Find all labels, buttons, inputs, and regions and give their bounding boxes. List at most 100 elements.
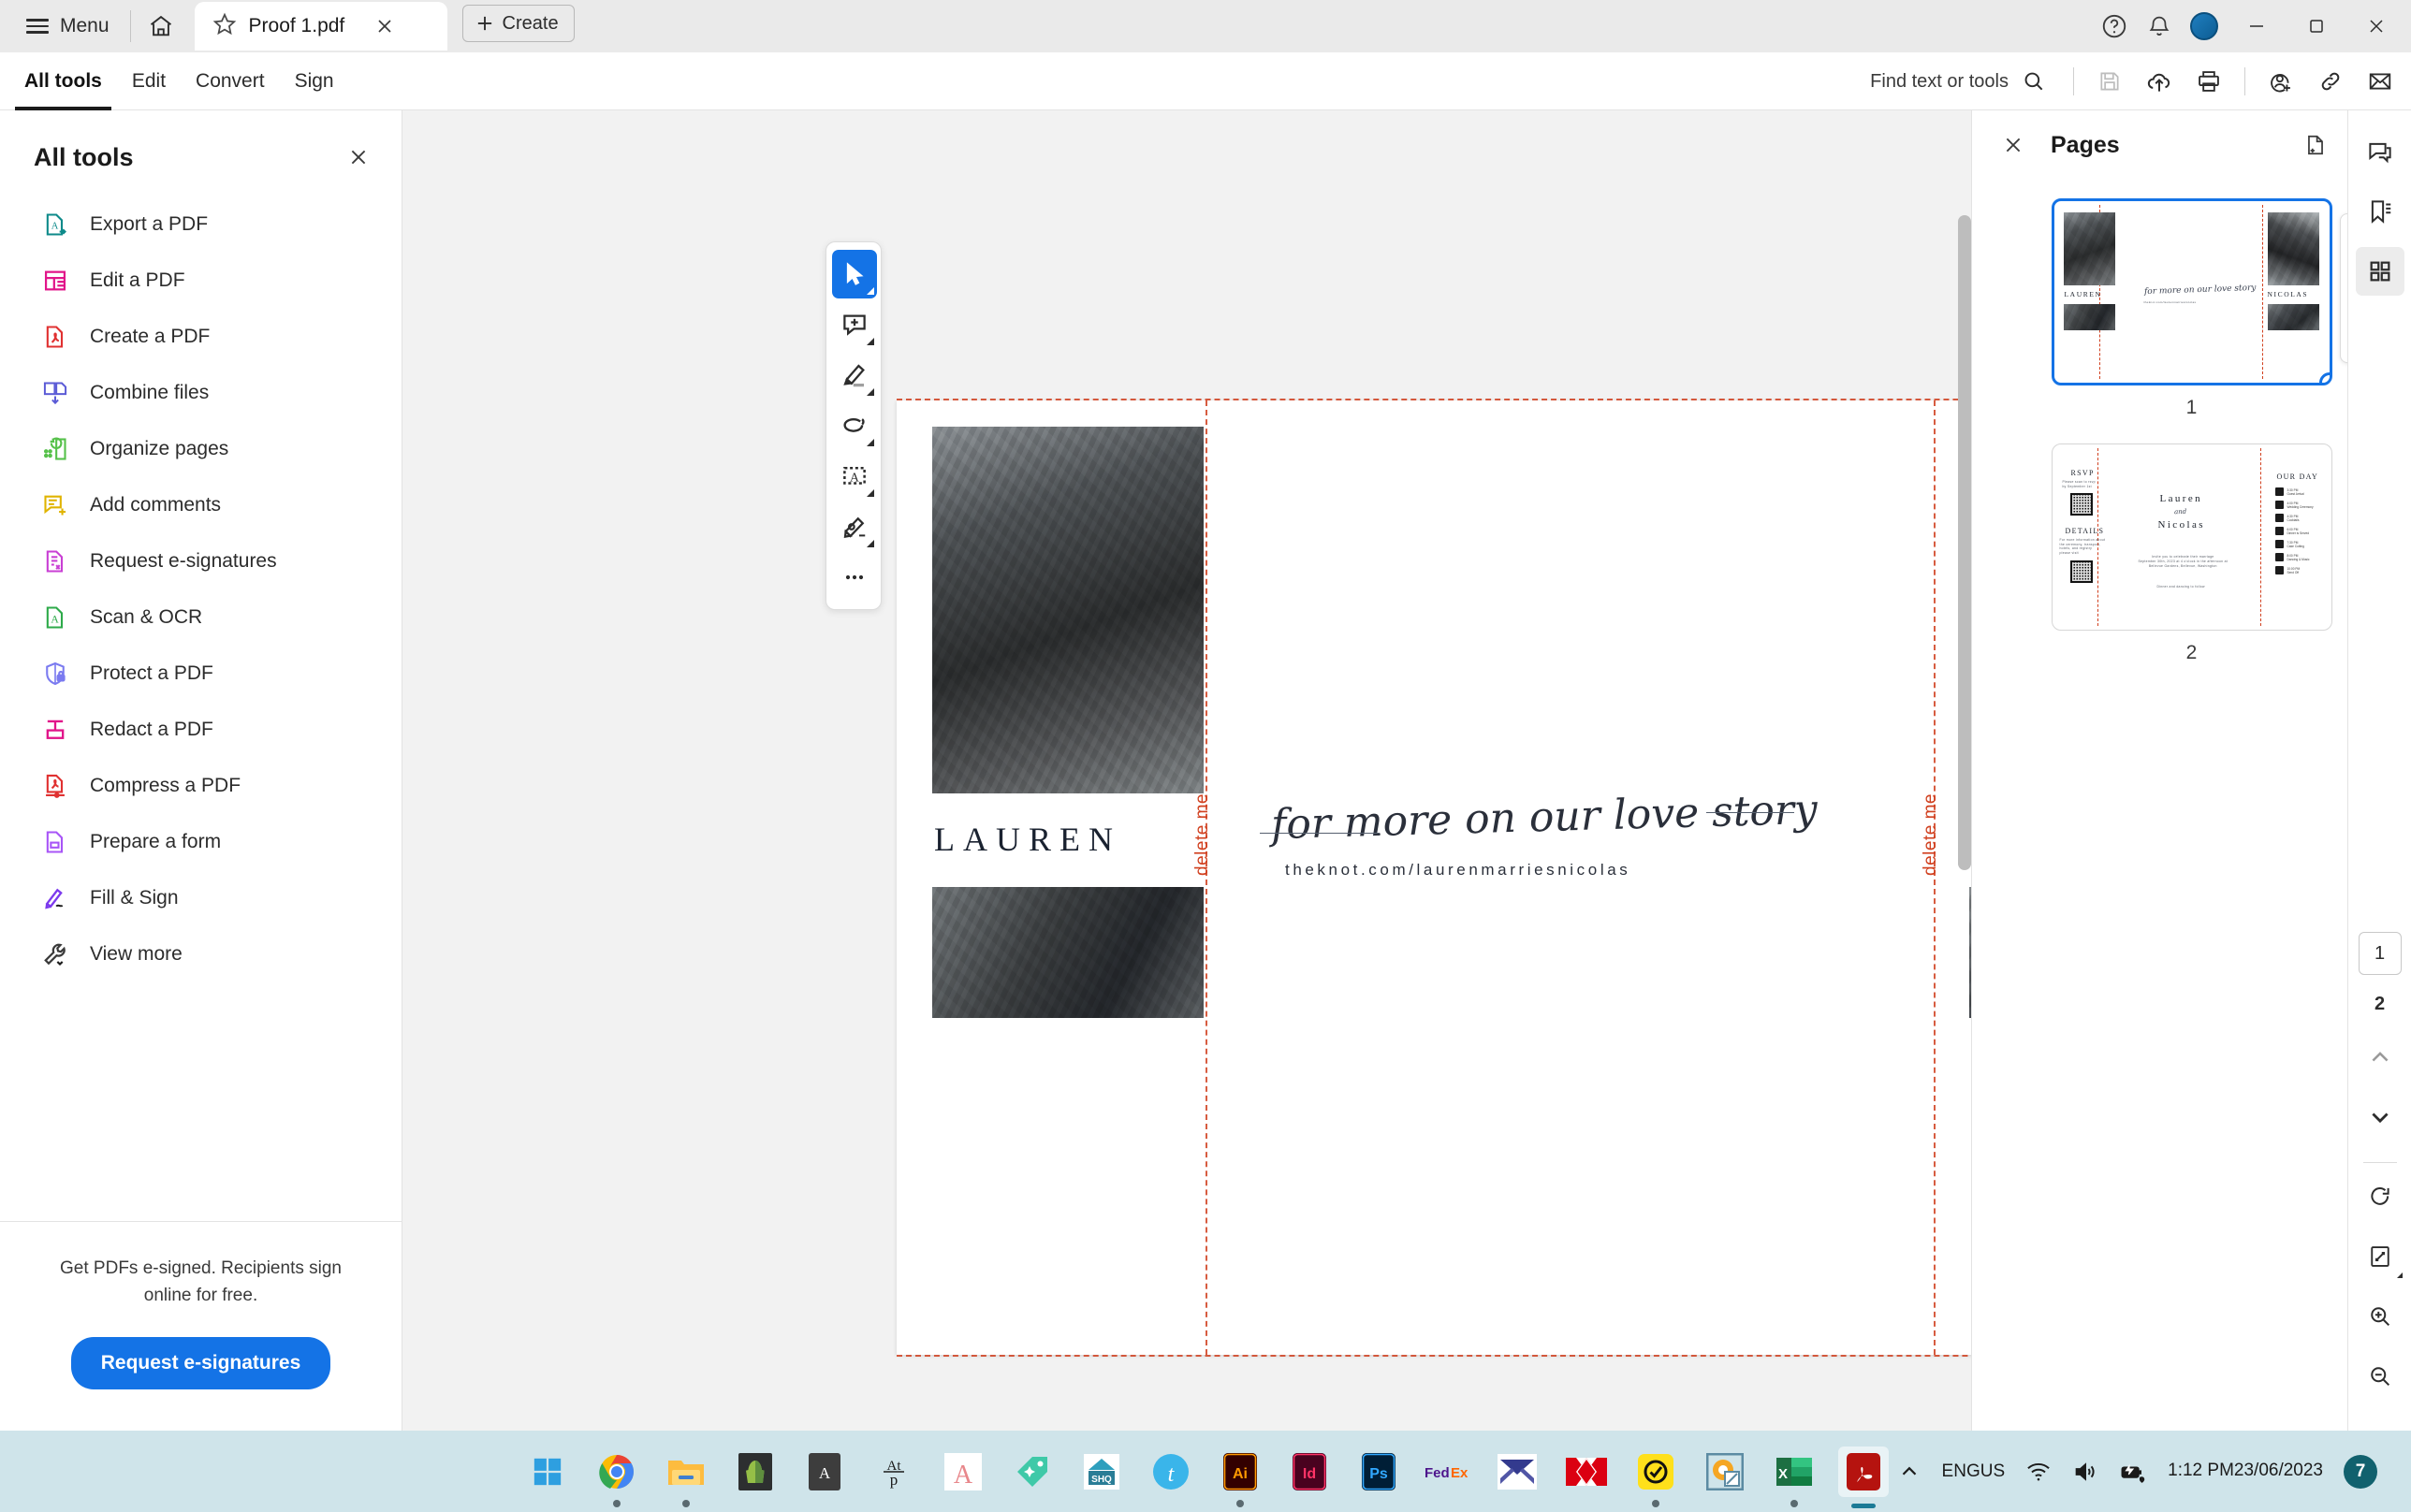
sidebar-item-compress-a-pdf[interactable]: Compress a PDF	[0, 758, 402, 814]
tab-all-tools[interactable]: All tools	[15, 52, 111, 110]
fit-page-button[interactable]	[2356, 1232, 2404, 1281]
sidebar-item-request-e-signatures[interactable]: Request e-signatures	[0, 533, 402, 589]
dropdown-caret-icon	[2396, 1272, 2403, 1278]
taskbar-app-file-explorer[interactable]	[661, 1447, 711, 1507]
taskbar-app-adobe-photoshop[interactable]: Ps	[1353, 1447, 1404, 1497]
taskbar-app-adobe-express[interactable]: A	[938, 1447, 988, 1497]
bookmarks-panel-button[interactable]	[2356, 187, 2404, 236]
next-page-button[interactable]	[2356, 1093, 2404, 1141]
show-hidden-icons-button[interactable]	[1897, 1460, 1921, 1484]
taskbar-app-adobe-indesign[interactable]: Id	[1284, 1447, 1335, 1497]
sidebar-item-protect-a-pdf[interactable]: Protect a PDF	[0, 646, 402, 702]
document-tab[interactable]: Proof 1.pdf	[194, 2, 447, 51]
page-number-current[interactable]: 1	[2358, 932, 2402, 975]
taskbar-app-microsoft-excel[interactable]: X	[1769, 1447, 1819, 1507]
search-input[interactable]: Find text or tools	[1857, 60, 2055, 103]
sidebar-item-scan-ocr[interactable]: A Scan & OCR	[0, 589, 402, 646]
pdf-page-1[interactable]: delete me delete me LAUREN NICOLAS for m…	[897, 399, 1971, 1357]
create-button[interactable]: Create	[461, 5, 575, 42]
select-tool[interactable]	[832, 250, 877, 298]
page-thumbnail-1[interactable]: LAUREN NICOLAS for more on our love stor…	[2051, 198, 2332, 385]
tab-edit[interactable]: Edit	[123, 52, 175, 110]
account-avatar-button[interactable]	[2183, 5, 2226, 48]
fill-sign-tool[interactable]	[832, 502, 877, 551]
more-tools[interactable]	[832, 553, 877, 602]
wifi-button[interactable]	[2025, 1459, 2052, 1485]
export-pdf-icon: A	[41, 211, 69, 239]
thumbnail-resize-handle[interactable]	[2318, 372, 2330, 383]
help-button[interactable]	[2093, 5, 2136, 48]
schedule-item-text: 10:00 PM Send Off	[2287, 566, 2301, 574]
home-button[interactable]	[139, 6, 183, 47]
tab-convert[interactable]: Convert	[186, 52, 274, 110]
comments-panel-button[interactable]	[2356, 127, 2404, 176]
tab-close-button[interactable]	[369, 10, 401, 42]
taskbar-app-adobe-acrobat[interactable]	[1838, 1446, 1889, 1508]
tab-sign[interactable]: Sign	[285, 52, 343, 110]
taskbar-app-shopify[interactable]	[730, 1447, 781, 1497]
taskbar-app-fedex[interactable]: Fed Ex	[1423, 1447, 1473, 1497]
copy-link-button[interactable]	[2307, 58, 2354, 105]
menu-button[interactable]: Menu	[13, 7, 123, 45]
page-thumbnail-2[interactable]: RSVP Please scan to rsvp by September 1s…	[2051, 443, 2332, 631]
clock[interactable]: 1:12 PM 23/06/2023	[2168, 1460, 2323, 1483]
sidebar-item-redact-a-pdf[interactable]: Redact a PDF	[0, 702, 402, 758]
viewer-vertical-scrollbar[interactable]	[1958, 215, 1971, 870]
notification-badge[interactable]: 7	[2344, 1454, 2377, 1489]
rotate-view-button[interactable]	[2356, 1172, 2404, 1221]
insert-page-button[interactable]	[2295, 124, 2336, 166]
sidebar-item-edit-a-pdf[interactable]: Edit a PDF	[0, 253, 402, 309]
taskbar-app-adobe-illustrator[interactable]: Ai	[1215, 1447, 1265, 1507]
sidebar-item-combine-files[interactable]: Combine files	[0, 365, 402, 421]
taskbar-app-shq-app[interactable]: SHQ	[1076, 1447, 1127, 1497]
upload-to-cloud-button[interactable]	[2136, 58, 2183, 105]
thumb-photo-right-top	[2267, 212, 2319, 285]
taskbar-app-usps[interactable]	[1492, 1447, 1542, 1497]
highlight-tool[interactable]	[832, 351, 877, 400]
taskbar-app-windows-start[interactable]	[522, 1447, 573, 1497]
taskbar-app-todoist[interactable]	[1630, 1447, 1681, 1507]
sidebar-item-export-a-pdf[interactable]: A Export a PDF	[0, 196, 402, 253]
taskbar-app-tag-app[interactable]	[1007, 1447, 1058, 1497]
save-button[interactable]	[2086, 58, 2133, 105]
sidebar-close-button[interactable]	[340, 138, 377, 176]
language-indicator[interactable]: ENG US	[1942, 1461, 2006, 1481]
request-esignatures-button[interactable]: Request e-signatures	[70, 1337, 331, 1389]
sidebar-item-prepare-a-form[interactable]: Prepare a form	[0, 814, 402, 870]
taskbar-app-hsbc[interactable]	[1561, 1447, 1612, 1497]
thumb2-invite-body: Invite you to celebrate their marriage S…	[2138, 555, 2228, 568]
sidebar-item-create-a-pdf[interactable]: Create a PDF	[0, 309, 402, 365]
volume-button[interactable]	[2072, 1459, 2098, 1485]
zoom-out-button[interactable]	[2356, 1352, 2404, 1401]
sidebar-item-add-comments[interactable]: Add comments	[0, 477, 402, 533]
close-window-button[interactable]	[2347, 0, 2405, 52]
pages-panel-close-button[interactable]	[1993, 124, 2034, 166]
email-button[interactable]	[2357, 58, 2404, 105]
draw-tool[interactable]	[832, 401, 877, 450]
page-number-next[interactable]: 2	[2359, 982, 2402, 1025]
text-box-tool[interactable]: A	[832, 452, 877, 501]
minimize-button[interactable]	[2228, 0, 2286, 52]
sidebar-item-organize-pages[interactable]: Organize pages	[0, 421, 402, 477]
dropdown-caret-icon	[867, 489, 874, 497]
share-add-person-button[interactable]	[2258, 58, 2304, 105]
sidebar-item-view-more[interactable]: View more	[0, 926, 402, 982]
pages-panel-button[interactable]	[2355, 247, 2404, 296]
taskbar-app-adobe-fonts[interactable]: At p	[869, 1447, 919, 1497]
battery-button[interactable]	[2119, 1458, 2147, 1486]
taskbar-app-google-chrome[interactable]	[592, 1447, 642, 1507]
comment-tool[interactable]	[832, 300, 877, 349]
sidebar-item-fill-sign[interactable]: Fill & Sign	[0, 870, 402, 926]
taskbar-app-adobe-acrobat-alt[interactable]: A	[799, 1447, 850, 1497]
document-viewer[interactable]: A delete me delete me LAUREN NICOLAS for…	[402, 110, 1971, 1431]
star-icon[interactable]	[212, 11, 238, 42]
taskbar-app-tumblr-app[interactable]: t	[1146, 1447, 1196, 1497]
zoom-in-icon	[2370, 1307, 2389, 1327]
print-button[interactable]	[2185, 58, 2232, 105]
previous-page-button[interactable]	[2356, 1033, 2404, 1082]
zoom-in-button[interactable]	[2356, 1292, 2404, 1341]
maximize-button[interactable]	[2287, 0, 2345, 52]
notifications-button[interactable]	[2138, 5, 2181, 48]
taskbar-app-snipping-tool[interactable]	[1700, 1447, 1750, 1497]
pages-panel: Pages LAUREN NICOLAS for more on our lov…	[1971, 110, 2411, 1431]
